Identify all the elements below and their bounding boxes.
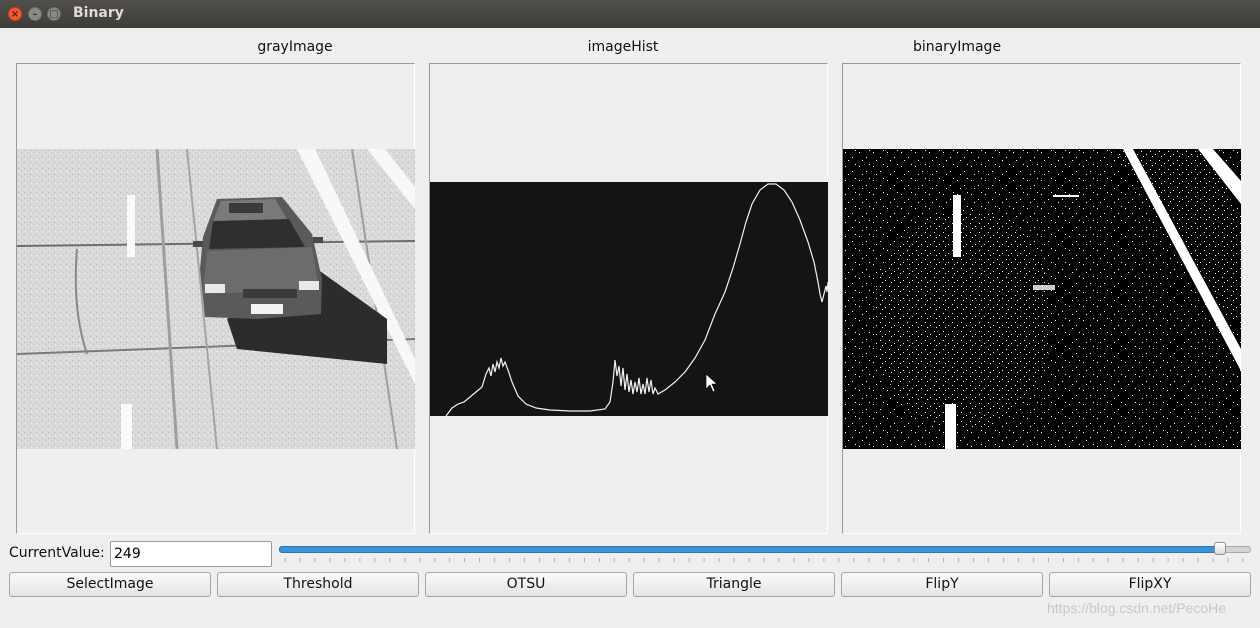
window-title: Binary bbox=[73, 5, 124, 21]
select-image-button[interactable]: SelectImage bbox=[9, 572, 211, 597]
otsu-button[interactable]: OTSU bbox=[425, 572, 627, 597]
slider-ticks bbox=[284, 558, 1244, 562]
binary-image-label: binaryImage bbox=[912, 39, 1002, 55]
flipy-button[interactable]: FlipY bbox=[841, 572, 1043, 597]
gray-image-label: grayImage bbox=[257, 39, 333, 55]
slider-fill bbox=[279, 546, 1220, 553]
current-value-label: CurrentValue: bbox=[9, 545, 105, 561]
maximize-icon[interactable]: □ bbox=[47, 7, 61, 21]
current-value-input[interactable] bbox=[110, 541, 272, 567]
gray-image bbox=[17, 149, 415, 449]
watermark-text: https://blog.csdn.net/PecoHe bbox=[1047, 600, 1226, 616]
slider-handle[interactable] bbox=[1214, 542, 1226, 555]
threshold-button[interactable]: Threshold bbox=[217, 572, 419, 597]
histogram-panel bbox=[429, 63, 828, 534]
image-hist-label: imageHist bbox=[587, 39, 659, 55]
flipxy-button[interactable]: FlipXY bbox=[1049, 572, 1251, 597]
triangle-button[interactable]: Triangle bbox=[633, 572, 835, 597]
binary-image bbox=[843, 149, 1241, 449]
histogram-plot bbox=[430, 182, 828, 416]
minimize-icon[interactable]: – bbox=[28, 7, 42, 21]
close-icon[interactable]: × bbox=[8, 7, 22, 21]
binary-image-panel bbox=[842, 63, 1241, 534]
gray-image-panel bbox=[16, 63, 415, 534]
title-bar: × – □ Binary bbox=[0, 0, 1260, 28]
threshold-slider[interactable] bbox=[279, 541, 1251, 565]
